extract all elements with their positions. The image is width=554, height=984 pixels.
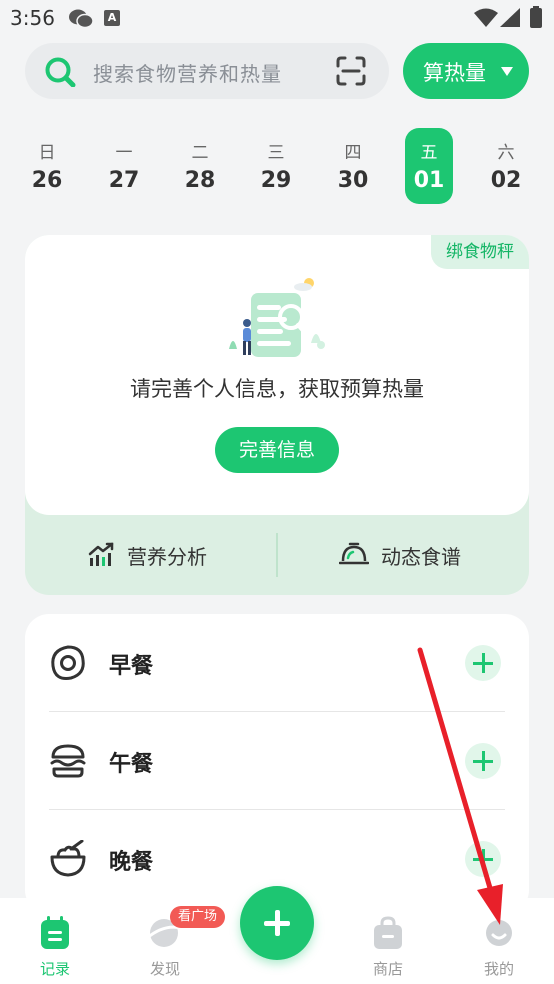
weekday-label: 五 bbox=[420, 143, 438, 163]
food-cover-icon bbox=[339, 542, 369, 565]
battery-icon bbox=[530, 6, 542, 28]
meal-label: 晚餐 bbox=[109, 850, 154, 875]
date-item-mon[interactable]: 一 27 bbox=[100, 128, 148, 204]
nav-mine[interactable]: 我的 bbox=[444, 898, 554, 984]
date-item-thu[interactable]: 四 30 bbox=[329, 128, 377, 204]
status-bar: 3:56 A bbox=[0, 0, 554, 36]
profile-info-card: 绑食物秤 请完善个人信息，获取预算热量 完善信息 营养分析 动态食谱 bbox=[25, 235, 529, 595]
add-lunch-button[interactable] bbox=[465, 743, 501, 779]
date-number: 02 bbox=[490, 168, 522, 193]
wifi-icon bbox=[474, 8, 498, 27]
add-record-fab[interactable] bbox=[240, 886, 314, 960]
burger-icon bbox=[50, 744, 86, 778]
scan-icon[interactable] bbox=[335, 56, 367, 86]
nav-discover-label: 发现 bbox=[149, 960, 180, 978]
search-input[interactable]: 搜索食物营养和热量 bbox=[93, 58, 282, 87]
bar-chart-icon bbox=[88, 542, 114, 566]
weekday-label: 一 bbox=[115, 143, 133, 163]
date-number: 01 bbox=[413, 168, 445, 193]
date-number: 30 bbox=[337, 168, 369, 193]
complete-profile-prompt: 请完善个人信息，获取预算热量 bbox=[130, 377, 424, 401]
rice-bowl-icon bbox=[50, 840, 86, 877]
user-avatar-icon bbox=[486, 920, 512, 946]
date-item-sun[interactable]: 日 26 bbox=[23, 128, 71, 204]
weekday-label: 六 bbox=[497, 143, 515, 163]
date-item-sat[interactable]: 六 02 bbox=[482, 128, 530, 204]
meal-list: 早餐 午餐 晚餐 bbox=[25, 614, 529, 914]
caret-down-icon bbox=[501, 67, 513, 76]
calculate-calories-label: 算热量 bbox=[423, 61, 486, 85]
nutrition-analysis-button[interactable]: 营养分析 bbox=[87, 533, 207, 577]
wechat-icon bbox=[69, 9, 94, 29]
signal-icon bbox=[500, 8, 520, 27]
profile-illustration bbox=[229, 278, 325, 357]
date-number: 29 bbox=[260, 168, 292, 193]
weekday-label: 三 bbox=[267, 143, 285, 163]
meal-label: 早餐 bbox=[109, 654, 154, 679]
search-bar[interactable]: 搜索食物营养和热量 bbox=[25, 43, 389, 99]
list-item-breakfast[interactable]: 早餐 bbox=[25, 614, 529, 712]
divider bbox=[276, 533, 278, 577]
nutrition-analysis-label: 营养分析 bbox=[127, 544, 207, 569]
list-item-lunch[interactable]: 午餐 bbox=[25, 712, 529, 810]
bind-food-scale-tag[interactable]: 绑食物秤 bbox=[431, 235, 529, 269]
nav-mine-label: 我的 bbox=[483, 960, 514, 978]
meal-label: 午餐 bbox=[109, 752, 154, 777]
weekday-label: 日 bbox=[38, 143, 56, 163]
nav-shop-label: 商店 bbox=[372, 960, 403, 978]
nav-record-label: 记录 bbox=[39, 960, 70, 978]
shopping-bag-icon bbox=[374, 916, 402, 949]
weekday-label: 二 bbox=[191, 143, 209, 163]
date-number: 27 bbox=[108, 168, 140, 193]
complete-profile-button[interactable]: 完善信息 bbox=[215, 427, 339, 473]
profile-info-panel: 绑食物秤 请完善个人信息，获取预算热量 完善信息 bbox=[25, 235, 529, 515]
weekday-label: 四 bbox=[344, 143, 362, 163]
nav-shop[interactable]: 商店 bbox=[333, 898, 443, 984]
search-icon bbox=[45, 57, 76, 87]
notification-a-icon: A bbox=[104, 10, 120, 26]
week-date-picker: 日 26 一 27 二 28 三 29 四 30 五 01 六 02 bbox=[0, 128, 554, 208]
date-number: 26 bbox=[31, 168, 63, 193]
date-item-fri-selected[interactable]: 五 01 bbox=[405, 128, 453, 204]
discover-badge: 看广场 bbox=[170, 906, 226, 928]
fried-egg-icon bbox=[51, 645, 85, 680]
date-item-wed[interactable]: 三 29 bbox=[252, 128, 300, 204]
add-dinner-button[interactable] bbox=[465, 841, 501, 877]
calendar-icon bbox=[41, 916, 69, 949]
add-breakfast-button[interactable] bbox=[465, 645, 501, 681]
analysis-bar: 营养分析 动态食谱 bbox=[25, 515, 529, 595]
dynamic-recipe-button[interactable]: 动态食谱 bbox=[339, 533, 461, 577]
calculate-calories-button[interactable]: 算热量 bbox=[403, 43, 529, 99]
status-time: 3:56 bbox=[10, 6, 55, 30]
nav-record[interactable]: 记录 bbox=[0, 898, 110, 984]
dynamic-recipe-label: 动态食谱 bbox=[381, 544, 461, 569]
date-number: 28 bbox=[184, 168, 216, 193]
date-item-tue[interactable]: 二 28 bbox=[176, 128, 224, 204]
